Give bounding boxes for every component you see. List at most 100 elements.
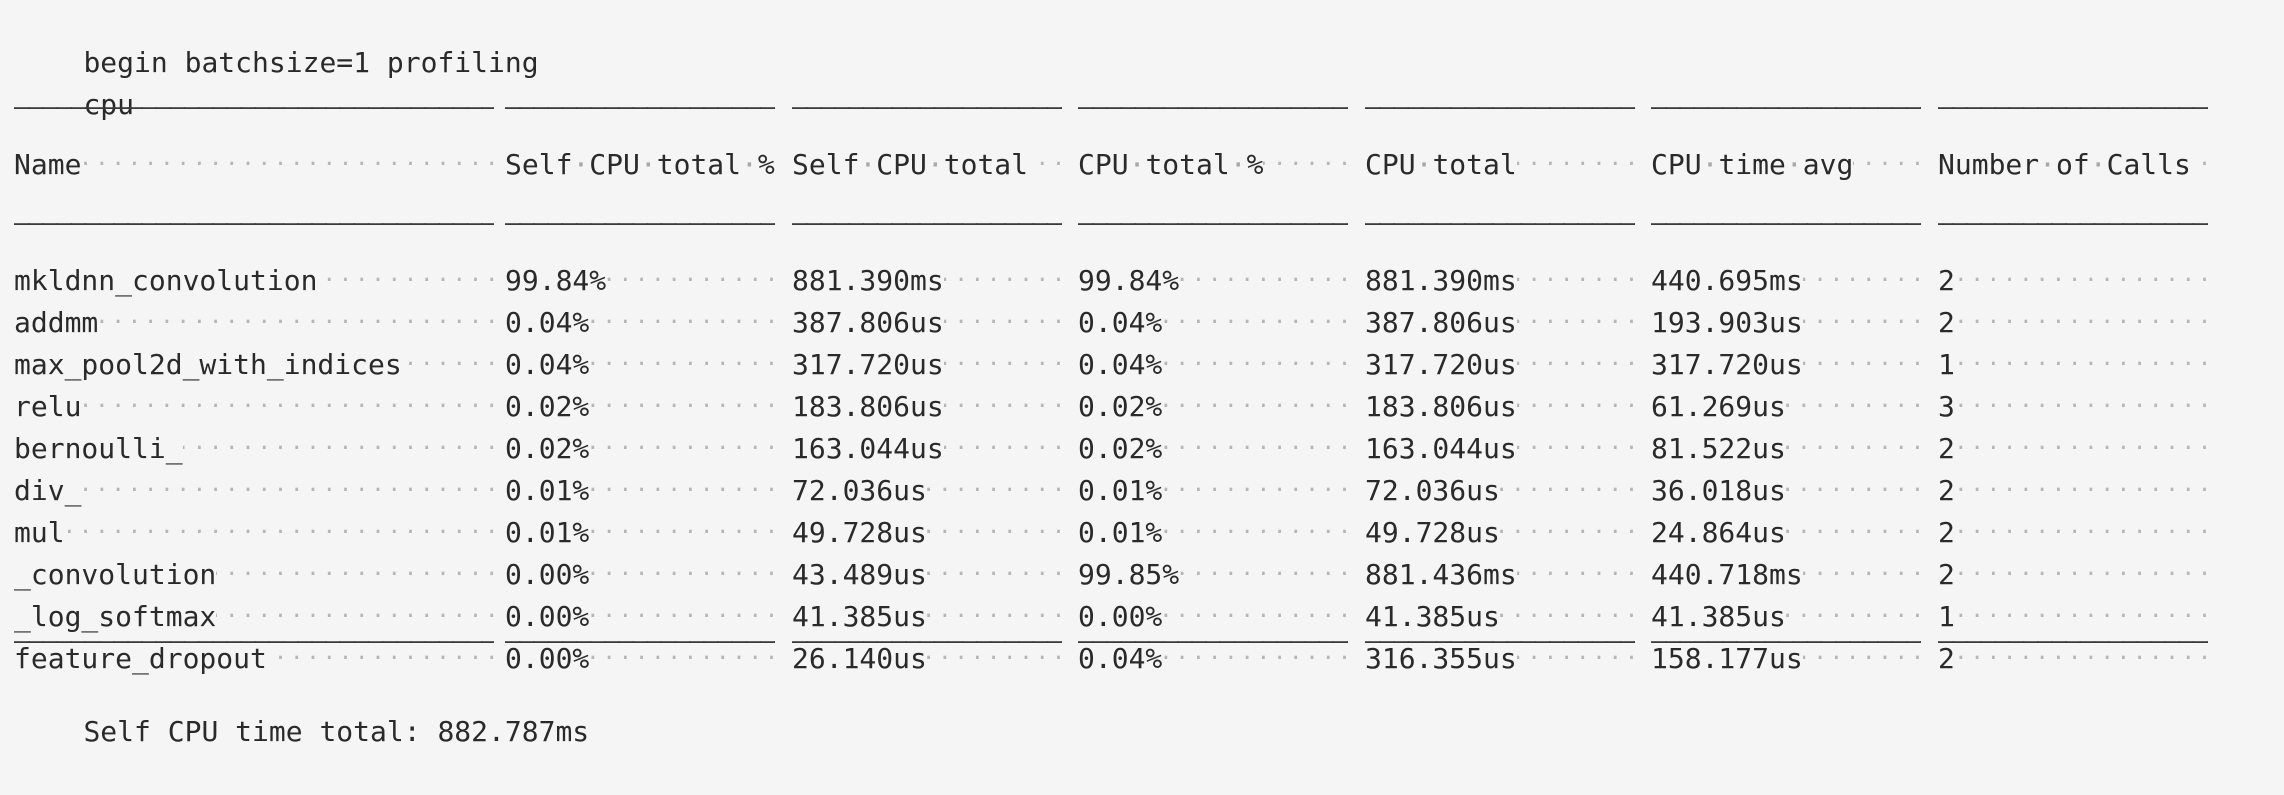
row-7-cpu-total-cell: ········································… bbox=[1365, 512, 1635, 554]
row-6-cpu-pct: 0.01% bbox=[1078, 474, 1163, 507]
header-cpu-total-cell: ········································… bbox=[1365, 144, 1635, 186]
rule-segment: ———————————————————————————————————————— bbox=[505, 626, 775, 656]
row-4-name-cell: ········································… bbox=[14, 386, 494, 428]
rule-segment: ———————————————————————————————————————— bbox=[1938, 92, 2208, 122]
whitespace-dots: ········································… bbox=[14, 478, 494, 503]
row-1-self-cpu-pct: 99.84% bbox=[505, 264, 607, 297]
row-8-cpu-time-avg: 440.718ms bbox=[1651, 558, 1803, 591]
row-1-calls-cell: ········································… bbox=[1938, 260, 2208, 302]
row-4-cpu-pct: 0.02% bbox=[1078, 390, 1163, 423]
row-1-self-cpu-total: 881.390ms bbox=[792, 264, 944, 297]
row-5-self-cpu-pct: 0.02% bbox=[505, 432, 590, 465]
row-2-cpu-time-avg: 193.903us bbox=[1651, 306, 1803, 339]
row-7-self-cpu-pct: 0.01% bbox=[505, 516, 590, 549]
row-5-name: bernoulli_ bbox=[14, 432, 183, 465]
row-4-name: relu bbox=[14, 390, 82, 423]
row-3-cpu-pct-cell: ········································… bbox=[1078, 344, 1348, 386]
row-2-name: addmm bbox=[14, 306, 99, 339]
row-4-calls: 3 bbox=[1938, 390, 1955, 423]
row-7-cpu-total: 49.728us bbox=[1365, 516, 1500, 549]
row-2-cpu-pct-cell: ········································… bbox=[1078, 302, 1348, 344]
header-line-1: begin batchsize=1 profiling bbox=[16, 0, 538, 79]
row-5-cpu-time-avg: 81.522us bbox=[1651, 432, 1786, 465]
rule-segment: ———————————————————————————————————————— bbox=[1078, 626, 1348, 656]
row-8-cpu-total: 881.436ms bbox=[1365, 558, 1517, 591]
row-7-name: mul bbox=[14, 516, 65, 549]
rule-segment: ———————————————————————————————————————— bbox=[1938, 626, 2208, 656]
rule-segment: ———————————————————————————————————————— bbox=[14, 208, 494, 238]
row-2-self-cpu-total-cell: ········································… bbox=[792, 302, 1062, 344]
row-6-self-cpu-pct-cell: ········································… bbox=[505, 470, 775, 512]
row-3-calls: 1 bbox=[1938, 348, 1955, 381]
header-self-cpu-pct: Self·CPU·total·% bbox=[505, 148, 775, 181]
row-1-cpu-time-avg-cell: ········································… bbox=[1651, 260, 1921, 302]
header-self-cpu-total-cell: ········································… bbox=[792, 144, 1062, 186]
row-7-cpu-pct-cell: ········································… bbox=[1078, 512, 1348, 554]
rule-segment: ———————————————————————————————————————— bbox=[505, 92, 775, 122]
row-6-cpu-pct-cell: ········································… bbox=[1078, 470, 1348, 512]
whitespace-dots: ········································… bbox=[1938, 268, 2208, 293]
row-5-self-cpu-total-cell: ········································… bbox=[792, 428, 1062, 470]
row-4-cpu-total-cell: ········································… bbox=[1365, 386, 1635, 428]
row-4-self-cpu-pct-cell: ········································… bbox=[505, 386, 775, 428]
row-3-cpu-total: 317.720us bbox=[1365, 348, 1517, 381]
row-6-name: div_ bbox=[14, 474, 82, 507]
row-4-self-cpu-total-cell: ········································… bbox=[792, 386, 1062, 428]
row-8-calls: 2 bbox=[1938, 558, 1955, 591]
row-3-calls-cell: ········································… bbox=[1938, 344, 2208, 386]
row-4-cpu-time-avg: 61.269us bbox=[1651, 390, 1786, 423]
row-3-cpu-total-cell: ········································… bbox=[1365, 344, 1635, 386]
rule-segment: ———————————————————————————————————————— bbox=[1078, 92, 1348, 122]
rule-segment: ———————————————————————————————————————— bbox=[14, 626, 494, 656]
row-4-calls-cell: ········································… bbox=[1938, 386, 2208, 428]
row-1-cpu-total: 881.390ms bbox=[1365, 264, 1517, 297]
rule-segment: ———————————————————————————————————————— bbox=[1651, 208, 1921, 238]
row-5-cpu-pct-cell: ········································… bbox=[1078, 428, 1348, 470]
row-8-self-cpu-total: 43.489us bbox=[792, 558, 927, 591]
row-5-name-cell: ········································… bbox=[14, 428, 494, 470]
rule-segment: ———————————————————————————————————————— bbox=[14, 92, 494, 122]
row-4-self-cpu-total: 183.806us bbox=[792, 390, 944, 423]
row-2-calls: 2 bbox=[1938, 306, 1955, 339]
row-3-cpu-time-avg: 317.720us bbox=[1651, 348, 1803, 381]
row-4-cpu-pct-cell: ········································… bbox=[1078, 386, 1348, 428]
row-3-self-cpu-total-cell: ········································… bbox=[792, 344, 1062, 386]
header-line-2: cpu bbox=[16, 42, 134, 121]
row-2-calls-cell: ········································… bbox=[1938, 302, 2208, 344]
footer-text: Self CPU time total: 882.787ms bbox=[83, 715, 590, 748]
row-2-name-cell: ········································… bbox=[14, 302, 494, 344]
whitespace-dots: ········································… bbox=[14, 520, 494, 545]
row-8-name: _convolution bbox=[14, 558, 217, 591]
row-7-self-cpu-pct-cell: ········································… bbox=[505, 512, 775, 554]
row-8-cpu-time-avg-cell: ········································… bbox=[1651, 554, 1921, 596]
row-8-self-cpu-pct-cell: ········································… bbox=[505, 554, 775, 596]
row-6-cpu-time-avg: 36.018us bbox=[1651, 474, 1786, 507]
row-6-calls-cell: ········································… bbox=[1938, 470, 2208, 512]
row-8-name-cell: ········································… bbox=[14, 554, 494, 596]
row-6-calls: 2 bbox=[1938, 474, 1955, 507]
rule-segment: ———————————————————————————————————————— bbox=[1651, 626, 1921, 656]
row-6-cpu-total: 72.036us bbox=[1365, 474, 1500, 507]
whitespace-dots: ········································… bbox=[1938, 478, 2208, 503]
header-name-cell: ········································… bbox=[14, 144, 494, 186]
header-cpu-total: CPU·total bbox=[1365, 148, 1517, 181]
row-1-cpu-time-avg: 440.695ms bbox=[1651, 264, 1803, 297]
row-2-self-cpu-pct: 0.04% bbox=[505, 306, 590, 339]
row-1-calls: 2 bbox=[1938, 264, 1955, 297]
row-3-self-cpu-pct-cell: ········································… bbox=[505, 344, 775, 386]
row-2-self-cpu-pct-cell: ········································… bbox=[505, 302, 775, 344]
whitespace-dots: ········································… bbox=[1938, 310, 2208, 335]
row-1-cpu-pct: 99.84% bbox=[1078, 264, 1180, 297]
row-7-cpu-pct: 0.01% bbox=[1078, 516, 1163, 549]
header-text: begin batchsize=1 profiling bbox=[83, 46, 539, 79]
rule-segment: ———————————————————————————————————————— bbox=[792, 208, 1062, 238]
row-4-cpu-time-avg-cell: ········································… bbox=[1651, 386, 1921, 428]
row-7-self-cpu-total: 49.728us bbox=[792, 516, 927, 549]
row-5-calls-cell: ········································… bbox=[1938, 428, 2208, 470]
header-cpu-time-avg-cell: ········································… bbox=[1651, 144, 1921, 186]
row-4-cpu-total: 183.806us bbox=[1365, 390, 1517, 423]
whitespace-dots: ········································… bbox=[1938, 520, 2208, 545]
whitespace-dots: ········································… bbox=[1938, 436, 2208, 461]
row-1-self-cpu-total-cell: ········································… bbox=[792, 260, 1062, 302]
whitespace-dots: ········································… bbox=[1938, 352, 2208, 377]
